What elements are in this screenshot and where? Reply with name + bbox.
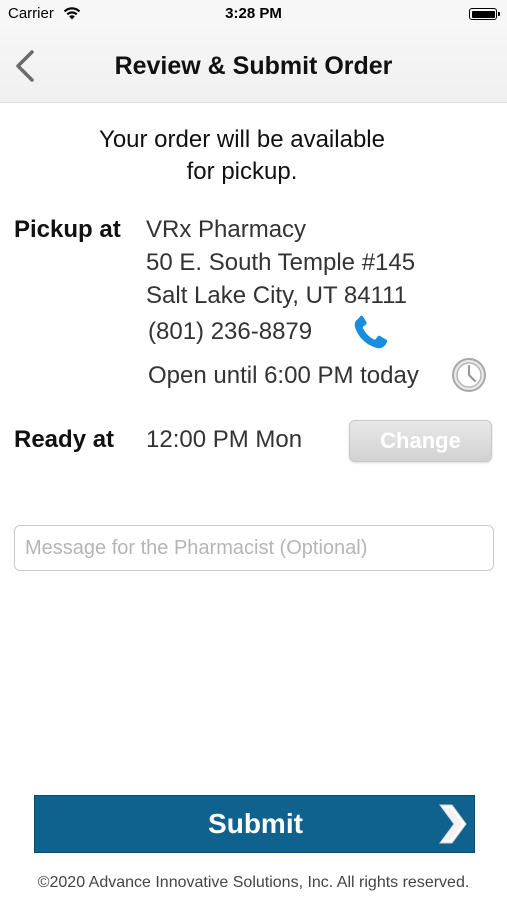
ready-time: 12:00 PM Mon [146,426,303,453]
status-bar: Carrier 3:28 PM [0,0,507,28]
clock-icon [452,358,486,392]
submit-button[interactable]: Submit [34,795,475,853]
pickup-notice: Your order will be available for pickup. [0,124,484,188]
chevron-right-icon [439,804,467,844]
ready-label: Ready at [14,426,115,453]
status-time: 3:28 PM [225,5,282,22]
pickup-notice-line-1: Your order will be available [99,126,385,153]
pharmacy-address-line-2: Salt Lake City, UT 84111 [146,282,408,309]
page-title: Review & Submit Order [114,52,393,80]
phone-icon[interactable] [352,315,392,351]
pickup-notice-line-2: for pickup. [186,158,298,185]
pharmacist-message-input[interactable] [14,525,494,571]
pickup-label: Pickup at [14,216,121,243]
battery-icon [469,8,500,20]
navigation-bar: Review & Submit Order [0,28,507,103]
copyright-footer: ©2020 Advance Innovative Solutions, Inc.… [37,874,470,891]
submit-label: Submit [208,808,303,839]
pharmacy-phone[interactable]: (801) 236-8879 [148,318,312,346]
review-submit-order-screen: Carrier 3:28 PM Review & Submit Order Yo… [0,0,507,900]
change-time-button[interactable]: Change [349,420,492,462]
pharmacy-name: VRx Pharmacy [146,216,307,243]
pharmacy-hours: Open until 6:00 PM today [148,362,419,389]
pharmacy-address-line-1: 50 E. South Temple #145 [146,249,416,276]
